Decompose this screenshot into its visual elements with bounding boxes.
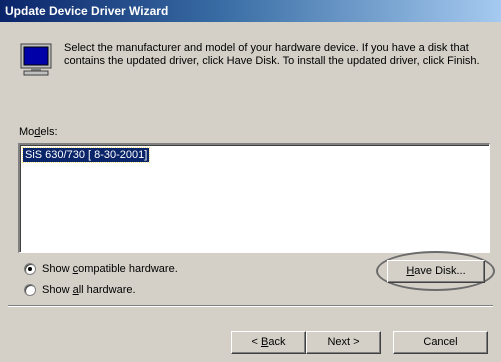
- next-button[interactable]: Next >: [306, 331, 381, 354]
- window-title: Update Device Driver Wizard: [5, 4, 169, 18]
- have-disk-button[interactable]: Have Disk...: [387, 260, 485, 283]
- compatible-radio[interactable]: [24, 263, 36, 275]
- separator-line: [8, 305, 493, 307]
- model-list-item[interactable]: SiS 630/730 [ 8-30-2001]: [21, 147, 151, 163]
- models-label: Models:: [19, 126, 58, 138]
- all-radio[interactable]: [24, 284, 36, 296]
- instructions-text: Select the manufacturer and model of you…: [64, 42, 480, 67]
- models-listbox[interactable]: SiS 630/730 [ 8-30-2001]: [18, 143, 490, 253]
- title-bar[interactable]: Update Device Driver Wizard: [0, 0, 501, 22]
- monitor-icon: [20, 43, 52, 76]
- back-button[interactable]: < Back: [231, 331, 306, 354]
- compatible-radio-label: Show compatible hardware.: [42, 263, 178, 275]
- wizard-window: Update Device Driver Wizard Select the m…: [0, 0, 501, 362]
- all-radio-label: Show all hardware.: [42, 284, 136, 296]
- cancel-button[interactable]: Cancel: [393, 331, 488, 354]
